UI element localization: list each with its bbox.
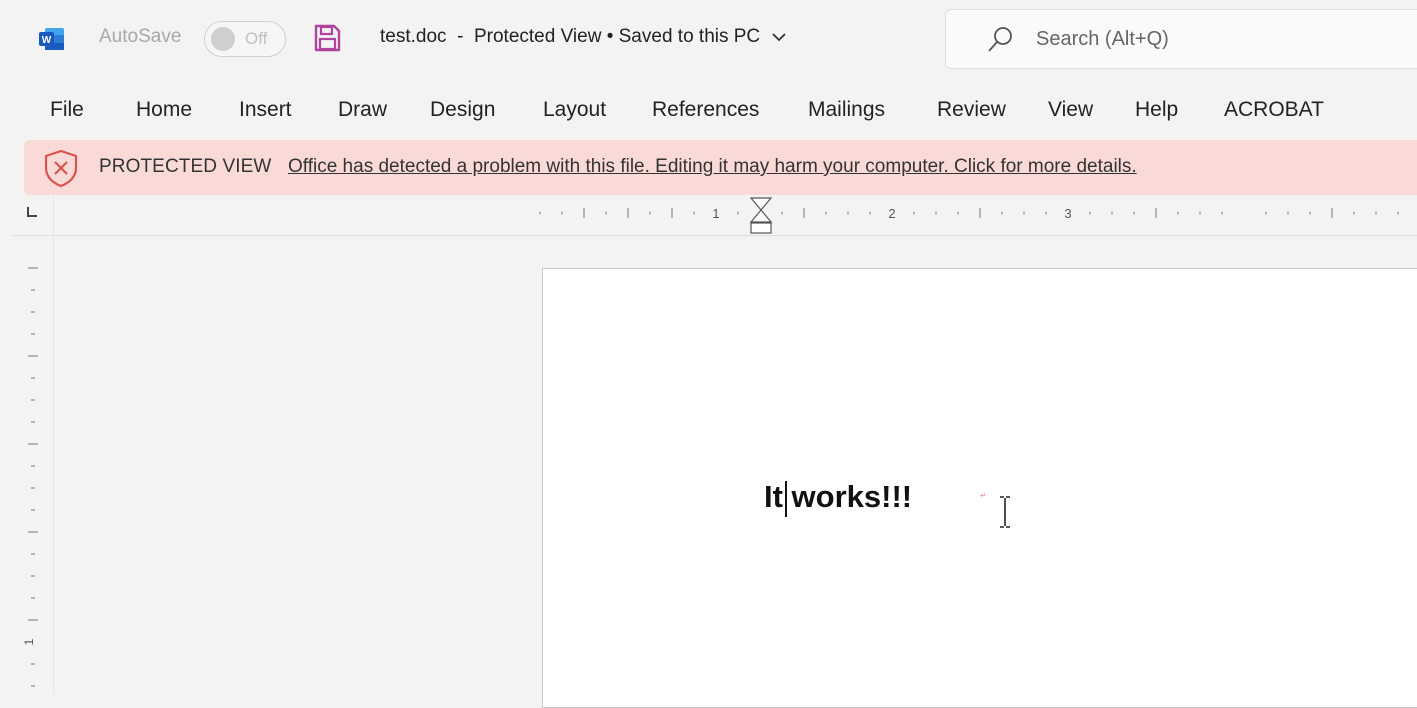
text-caret (785, 481, 787, 517)
svg-text:W: W (42, 35, 52, 46)
document-title: test.doc - Protected View • Saved to thi… (380, 26, 761, 47)
search-icon (988, 27, 1012, 52)
save-icon[interactable] (312, 23, 342, 53)
shield-x-icon (44, 149, 78, 188)
tab-mailings[interactable]: Mailings (808, 98, 885, 122)
document-title-dropdown[interactable]: test.doc - Protected View • Saved to thi… (380, 26, 787, 48)
search-placeholder: Search (Alt+Q) (1036, 28, 1169, 50)
autosave-label: AutoSave (99, 26, 182, 47)
title-bar: W AutoSave Off test.doc - Protected View… (0, 0, 1417, 80)
ruler-number: 1 (22, 638, 36, 645)
word-logo-icon[interactable]: W (39, 27, 65, 51)
document-page[interactable]: It works!!! ↵ (542, 268, 1417, 708)
i-beam-cursor-icon (1000, 496, 1010, 528)
toggle-knob (211, 27, 235, 51)
autosave-toggle[interactable]: Off (204, 21, 286, 57)
ruler-number: 3 (1064, 206, 1071, 221)
paragraph-mark: ↵ (980, 491, 987, 500)
tab-help[interactable]: Help (1135, 98, 1178, 122)
tab-selector[interactable] (27, 207, 37, 217)
tab-acrobat[interactable]: ACROBAT (1224, 98, 1324, 122)
ruler-number: 2 (888, 206, 895, 221)
ruler-divider (12, 235, 1417, 236)
tab-insert[interactable]: Insert (239, 98, 292, 122)
tab-home[interactable]: Home (136, 98, 192, 122)
protected-view-label: PROTECTED VIEW (99, 156, 272, 177)
ribbon-tabs: File Home Insert Draw Design Layout Refe… (0, 90, 1417, 135)
indent-marker[interactable] (749, 197, 773, 234)
tab-references[interactable]: References (652, 98, 759, 122)
tab-design[interactable]: Design (430, 98, 495, 122)
vertical-ruler-edge (53, 196, 54, 693)
tab-draw[interactable]: Draw (338, 98, 387, 122)
tab-layout[interactable]: Layout (543, 98, 606, 122)
autosave-state: Off (245, 29, 268, 48)
horizontal-ruler[interactable]: 123 (54, 196, 1417, 234)
tab-view[interactable]: View (1048, 98, 1093, 122)
protected-view-details-link[interactable]: Office has detected a problem with this … (288, 156, 1137, 178)
tab-review[interactable]: Review (937, 98, 1006, 122)
vertical-ruler[interactable]: 1 (20, 250, 50, 693)
protected-view-bar[interactable]: PROTECTED VIEW Office has detected a pro… (24, 140, 1417, 195)
search-box[interactable]: Search (Alt+Q) (945, 9, 1417, 69)
tab-file[interactable]: File (50, 98, 84, 122)
chevron-down-icon (772, 33, 787, 42)
